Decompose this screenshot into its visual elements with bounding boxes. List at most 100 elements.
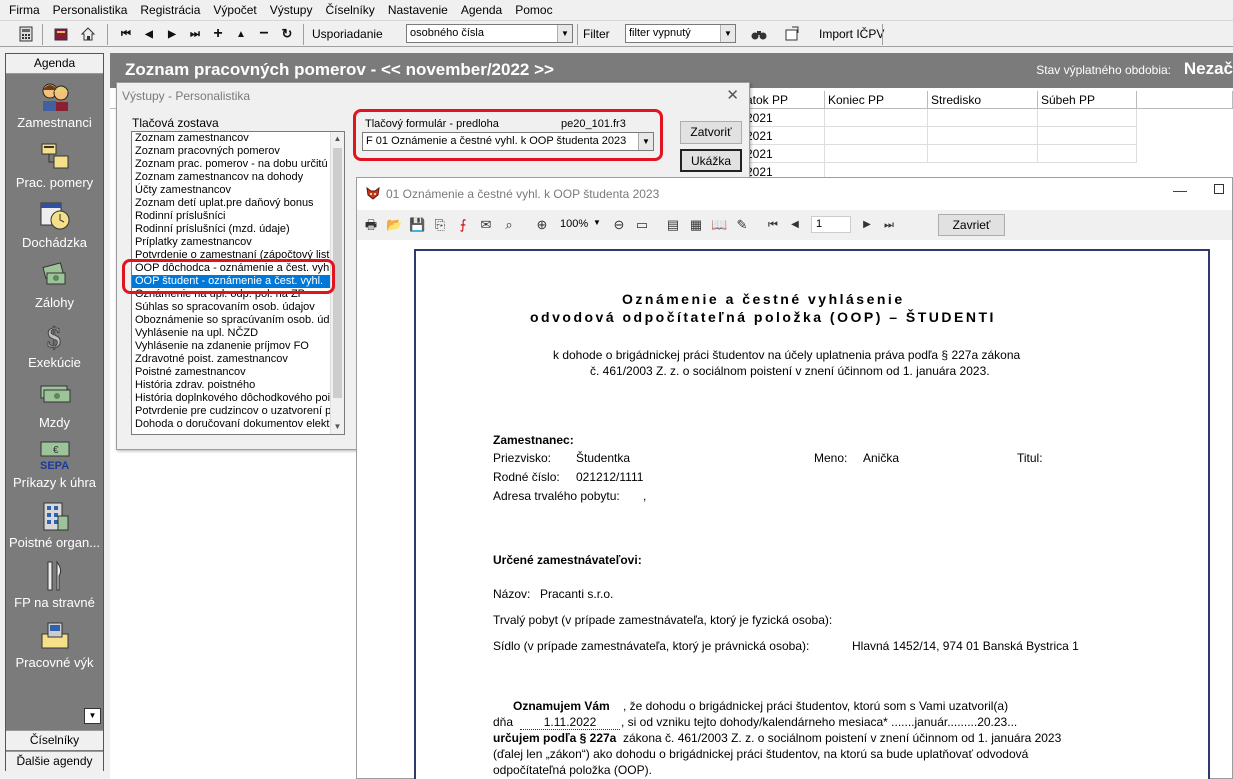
chevron-down-icon[interactable]: ▼	[557, 25, 572, 42]
sidebar-ciselniky-button[interactable]: Číselníky	[6, 730, 103, 750]
doc-surname: Študentka	[576, 451, 631, 465]
close-button[interactable]: Zatvoriť	[680, 121, 742, 144]
sidebar-scroll-down[interactable]: ▼	[84, 708, 101, 724]
menu-firma[interactable]: Firma	[9, 3, 40, 17]
add-record-icon[interactable]: +	[208, 24, 228, 44]
sidebar-item-prikazy[interactable]: € SEPA Príkazy k úhra	[6, 438, 103, 496]
sidebar-item-zamestnanci[interactable]: Zamestnanci	[6, 78, 103, 136]
first-page-icon[interactable]: ⏮	[765, 217, 781, 233]
list-item[interactable]: Oboznámenie so spracúvaním osob. údaj	[132, 314, 344, 327]
last-page-icon[interactable]: ⏭	[881, 217, 897, 233]
delete-record-icon[interactable]: −	[254, 24, 274, 44]
doc-name: Anička	[863, 451, 900, 465]
list-item[interactable]: Poistné zamestnancov	[132, 366, 344, 379]
edit-record-icon[interactable]: ▲	[231, 24, 251, 44]
email-icon[interactable]: ✉	[478, 217, 494, 233]
list-item[interactable]: Vyhlásenie na zdanenie príjmov FO	[132, 340, 344, 353]
next-record-icon[interactable]: ▶	[162, 24, 182, 44]
toolbar: ⏮ ◀ ▶ ⏭ + ▲ − ↻ Usporiadanie osobného čí…	[0, 20, 1233, 47]
find-icon[interactable]: ⌕	[501, 217, 517, 233]
next-page-icon[interactable]: ▶	[859, 217, 875, 233]
list-item[interactable]: História doplnkového dôchodkového pois	[132, 392, 344, 405]
preview-button[interactable]: Ukážka	[680, 149, 742, 172]
prev-record-icon[interactable]: ◀	[139, 24, 159, 44]
binoculars-icon[interactable]	[749, 24, 769, 44]
list-item[interactable]: Rodinní príslušníci	[132, 210, 344, 223]
menu-vystupy[interactable]: Výstupy	[270, 3, 313, 17]
menu-personalistika[interactable]: Personalistika	[53, 3, 128, 17]
fit-page-icon[interactable]: ▭	[634, 217, 650, 233]
sidebar-item-exekucie[interactable]: $ Exekúcie	[6, 318, 103, 376]
zoom-level[interactable]: 100%	[560, 218, 588, 230]
sidebar-item-dochadzka[interactable]: Dochádzka	[6, 198, 103, 256]
column-header[interactable]: atok PP	[743, 91, 825, 109]
menu-nastavenie[interactable]: Nastavenie	[388, 3, 448, 17]
scroll-down-icon[interactable]: ▼	[331, 420, 344, 434]
column-header[interactable]: Koniec PP	[825, 91, 928, 109]
list-item[interactable]: Zoznam detí uplat.pre daňový bonus	[132, 197, 344, 210]
list-item[interactable]: Vyhlásenie na upl. NČZD	[132, 327, 344, 340]
table-cell[interactable]: 2021	[743, 109, 825, 127]
column-header[interactable]: Stredisko	[928, 91, 1038, 109]
sidebar-item-pracovne-vyk[interactable]: Pracovné výk	[6, 618, 103, 676]
page-number-input[interactable]: 1	[811, 216, 851, 233]
pdf-icon[interactable]: ⨍	[455, 217, 471, 233]
list-item[interactable]: História zdrav. poistného	[132, 379, 344, 392]
list-item[interactable]: Potvrdenie pre cudzincov o uzatvorení p	[132, 405, 344, 418]
column-header[interactable]: Súbeh PP	[1038, 91, 1137, 109]
list-item[interactable]: Zoznam zamestnancov	[132, 132, 344, 145]
sidebar-item-zalohy[interactable]: Zálohy	[6, 258, 103, 316]
sidebar-item-prac-pomery[interactable]: Prac. pomery	[6, 138, 103, 196]
close-icon[interactable]: ✕	[726, 86, 739, 104]
menu-agenda[interactable]: Agenda	[461, 3, 502, 17]
import-button[interactable]: Import IČPV	[819, 27, 884, 41]
home-icon[interactable]	[78, 24, 98, 44]
list-item[interactable]: Zoznam prac. pomerov - na dobu určitú	[132, 158, 344, 171]
list-item[interactable]: Súhlas so spracovaním osob. údajov	[132, 301, 344, 314]
sidebar-item-mzdy[interactable]: Mzdy	[6, 378, 103, 436]
agenda-header[interactable]: Agenda	[6, 54, 103, 74]
meal-fund-icon	[47, 560, 61, 591]
list-item[interactable]: Zdravotné poist. zamestnancov	[132, 353, 344, 366]
table-cell[interactable]: 2021	[743, 145, 825, 163]
sidebar-item-poistne[interactable]: Poistné organ...	[6, 498, 103, 556]
list-item[interactable]: Zoznam zamestnancov na dohody	[132, 171, 344, 184]
minimize-icon[interactable]: —	[1173, 182, 1187, 198]
zoom-out-icon[interactable]: ⊖	[611, 217, 627, 233]
scroll-up-icon[interactable]: ▲	[331, 132, 344, 146]
sidebar-dalsie-agendy-button[interactable]: Ďalšie agendy	[6, 751, 103, 771]
list-item[interactable]: Zoznam pracovných pomerov	[132, 145, 344, 158]
edit-icon[interactable]: ✎	[734, 217, 750, 233]
open-icon[interactable]: 📂	[386, 217, 402, 233]
import-icon[interactable]	[782, 24, 802, 44]
maximize-icon[interactable]	[1214, 184, 1224, 194]
last-record-icon[interactable]: ⏭	[185, 24, 205, 44]
table-cell[interactable]: 2021	[743, 127, 825, 145]
menu-vypocet[interactable]: Výpočet	[213, 3, 256, 17]
first-record-icon[interactable]: ⏮	[116, 24, 136, 44]
filter-combo[interactable]: filter vypnutý ▼	[625, 24, 736, 43]
menu-ciselniky[interactable]: Číselníky	[325, 3, 374, 17]
refresh-icon[interactable]: ↻	[277, 24, 297, 44]
list-item[interactable]: Dohoda o doručovaní dokumentov elektr	[132, 418, 344, 431]
thumbnails-icon[interactable]: ▦	[688, 217, 704, 233]
zoom-in-icon[interactable]: ⊕	[534, 217, 550, 233]
page-setup-icon[interactable]: 📖	[711, 217, 727, 233]
save-icon[interactable]: 💾	[409, 217, 425, 233]
menu-registracia[interactable]: Registrácia	[140, 3, 200, 17]
menu-pomoc[interactable]: Pomoc	[515, 3, 552, 17]
list-item[interactable]: Príplatky zamestnancov	[132, 236, 344, 249]
sidebar-item-fp-stravne[interactable]: FP na stravné	[6, 558, 103, 616]
print-icon[interactable]: 🖶	[363, 217, 379, 233]
books-icon[interactable]	[51, 24, 71, 44]
list-item[interactable]: Účty zamestnancov	[132, 184, 344, 197]
list-item[interactable]: Rodinní príslušníci (mzd. údaje)	[132, 223, 344, 236]
prev-page-icon[interactable]: ◀	[787, 217, 803, 233]
chevron-down-icon[interactable]: ▼	[720, 25, 735, 42]
chevron-down-icon[interactable]: ▼	[593, 218, 601, 227]
calculator-icon[interactable]	[16, 24, 36, 44]
preview-close-button[interactable]: Zavrieť	[938, 214, 1005, 236]
sort-combo[interactable]: osobného čísla ▼	[406, 24, 573, 43]
export-icon[interactable]: ⎘	[432, 217, 448, 233]
outline-icon[interactable]: ▤	[665, 217, 681, 233]
